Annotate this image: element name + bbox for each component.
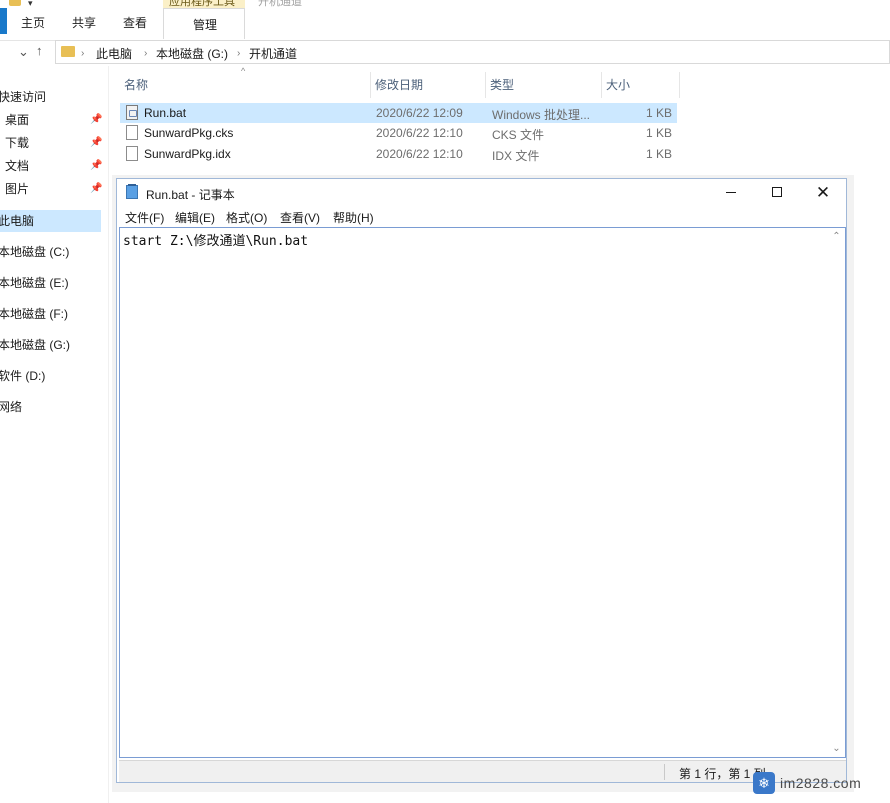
menu-edit[interactable]: 编辑(E) [175,209,215,226]
scroll-down-icon[interactable]: ⌄ [828,740,845,757]
status-divider [664,764,665,780]
notepad-title-bar[interactable]: Run.bat - 记事本 ✕ [117,179,846,207]
context-tab-group: 应用程序工具 [163,0,245,8]
file-row-idx[interactable]: SunwardPkg.idx 2020/6/22 12:10 IDX 文件 1 … [120,144,677,164]
notepad-window[interactable]: Run.bat - 记事本 ✕ 文件(F) 编辑(E) 格式(O) 查看(V) … [116,178,847,783]
address-bar[interactable]: › 此电脑 › 本地磁盘 (G:) › 开机通道 [55,40,890,64]
file-size: 1 KB [645,106,672,120]
tab-manage[interactable]: 管理 [163,8,245,39]
close-button[interactable]: ✕ [800,179,846,207]
column-header-size[interactable]: 大小 [602,72,680,98]
vertical-scrollbar[interactable]: ⌃ ⌄ [828,228,845,757]
sidebar-item-downloads[interactable]: 下载 [5,132,29,154]
quick-access-dropdown-icon[interactable]: ▾ [28,0,33,9]
menu-view[interactable]: 查看(V) [280,209,320,226]
recent-dropdown-icon[interactable]: ⌄ [18,44,29,60]
up-arrow-icon[interactable]: ↑ [36,43,43,58]
tab-share[interactable]: 共享 [72,14,96,31]
file-date: 2020/6/22 12:10 [376,147,463,161]
notepad-content[interactable]: start Z:\修改通道\Run.bat [123,230,308,249]
maximize-icon [772,187,782,197]
notepad-status-bar: 第 1 行，第 1 列 [119,760,846,782]
window-title: 开机通道 [258,0,302,8]
column-header-type[interactable]: 类型 [486,72,602,98]
address-separator-icon[interactable]: › [237,45,240,59]
pin-icon: 📌 [90,183,103,194]
file-type: IDX 文件 [492,149,540,163]
file-name[interactable]: SunwardPkg.idx [144,147,231,161]
notepad-icon[interactable] [126,184,138,199]
sidebar-item-drive-f[interactable]: 本地磁盘 (F:) [0,303,68,325]
file-date: 2020/6/22 12:09 [376,106,463,120]
pin-icon: 📌 [90,114,103,125]
breadcrumb-this-pc[interactable]: 此电脑 [96,45,132,62]
tab-view[interactable]: 查看 [123,14,147,31]
sidebar-item-this-pc[interactable]: 此电脑 [0,210,101,232]
pin-icon: 📌 [90,160,103,171]
column-header-name[interactable]: 名称 [120,72,371,98]
tab-manage-label: 管理 [192,18,217,32]
snowflake-logo-icon: ❄ [753,772,775,794]
file-row-cks[interactable]: SunwardPkg.cks 2020/6/22 12:10 CKS 文件 1 … [120,123,677,143]
notepad-text-area[interactable]: start Z:\修改通道\Run.bat ⌃ ⌄ [119,227,846,758]
sidebar-item-documents[interactable]: 文档 [5,155,29,177]
bat-file-icon [126,105,138,120]
file-size: 1 KB [645,126,672,140]
file-date: 2020/6/22 12:10 [376,126,463,140]
file-name[interactable]: Run.bat [144,106,186,120]
address-separator-icon[interactable]: › [81,45,84,59]
menu-format[interactable]: 格式(O) [226,209,267,226]
scroll-up-icon[interactable]: ⌃ [828,228,845,245]
file-name[interactable]: SunwardPkg.cks [144,126,233,140]
sidebar-item-network[interactable]: 网络 [0,396,22,418]
breadcrumb-drive-g[interactable]: 本地磁盘 (G:) [156,45,228,62]
sidebar-item-pictures[interactable]: 图片 [5,178,29,200]
menu-help[interactable]: 帮助(H) [333,209,374,226]
sidebar-item-drive-d[interactable]: 软件 (D:) [0,365,45,387]
file-type: CKS 文件 [492,128,545,142]
notepad-title: Run.bat - 记事本 [146,188,235,202]
blank-file-icon [126,146,138,161]
pin-icon: 📌 [90,137,103,148]
maximize-button[interactable] [754,179,800,207]
sidebar-divider [108,66,109,803]
menu-file[interactable]: 文件(F) [125,209,164,226]
sidebar-item-drive-c[interactable]: 本地磁盘 (C:) [0,241,69,263]
file-row-run-bat[interactable]: Run.bat 2020/6/22 12:09 Windows 批处理... 1… [120,103,677,123]
column-header-date[interactable]: 修改日期 [371,72,486,98]
file-tab[interactable] [0,8,7,34]
folder-icon [61,46,75,57]
sidebar-item-drive-e[interactable]: 本地磁盘 (E:) [0,272,69,294]
sidebar-item-drive-g[interactable]: 本地磁盘 (G:) [0,334,70,356]
sidebar-item-desktop[interactable]: 桌面 [5,109,29,131]
context-tab-group-label: 应用程序工具 [169,0,235,8]
file-size: 1 KB [645,147,672,161]
blank-file-icon [126,125,138,140]
sidebar-item-quick-access[interactable]: 快速访问 [0,86,46,108]
quick-access-folder-icon[interactable] [9,0,21,6]
minimize-icon [726,192,736,193]
notepad-menu-bar: 文件(F) 编辑(E) 格式(O) 查看(V) 帮助(H) [117,207,846,227]
file-type: Windows 批处理... [492,108,591,122]
minimize-button[interactable] [708,179,754,207]
close-icon: ✕ [815,183,831,202]
tab-home[interactable]: 主页 [21,14,45,31]
breadcrumb-folder[interactable]: 开机通道 [249,45,297,62]
address-separator-icon[interactable]: › [144,45,147,59]
watermark-text: im2828.com [780,775,862,791]
